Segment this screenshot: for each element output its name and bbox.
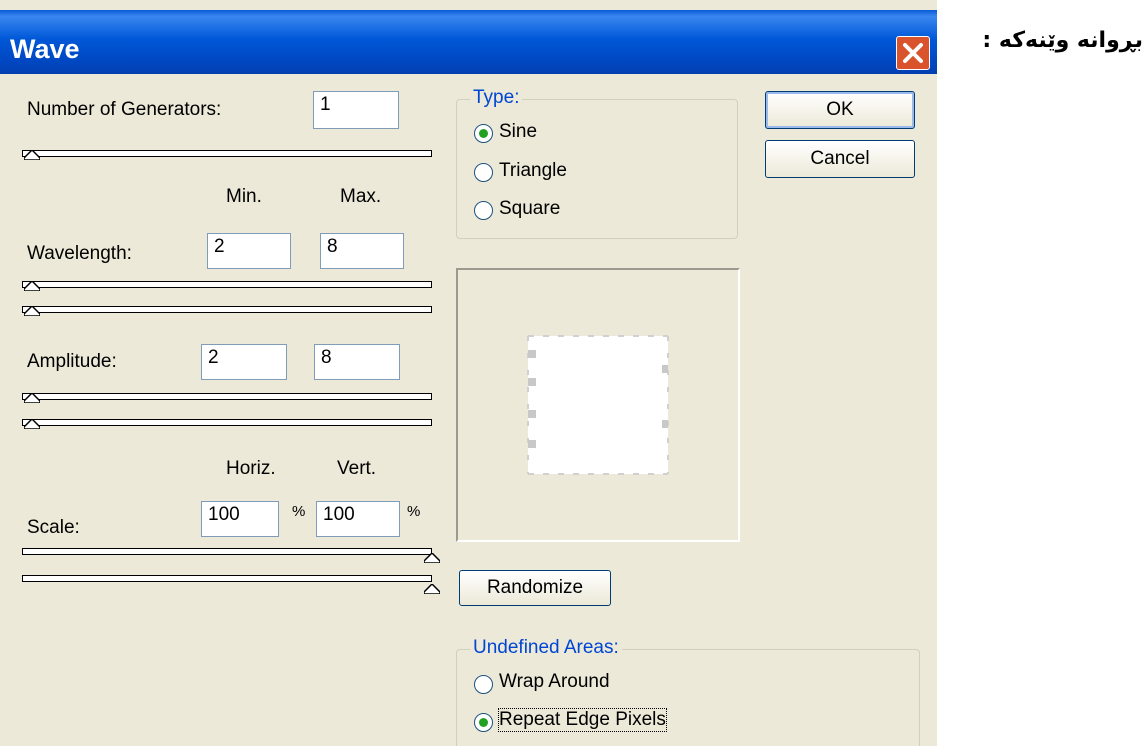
generators-slider-thumb-icon[interactable] (24, 150, 40, 160)
radio-sine-label: Sine (499, 121, 538, 142)
radio-square[interactable] (474, 201, 493, 220)
wavelength-min-slider-track[interactable] (22, 281, 432, 288)
radio-repeat-edge-pixels[interactable] (474, 713, 493, 732)
generators-label: Number of Generators: (27, 99, 222, 120)
side-caption: بڕوانە وێنەکە : (982, 28, 1143, 53)
amplitude-label: Amplitude: (27, 351, 117, 372)
scale-vert-input[interactable]: 100 (316, 501, 400, 537)
radio-wrap-around[interactable] (474, 675, 493, 694)
close-button[interactable] (896, 36, 930, 70)
radio-wrap-around-label: Wrap Around (499, 671, 610, 692)
vert-header: Vert. (337, 458, 377, 479)
horiz-header: Horiz. (226, 458, 276, 479)
close-icon (903, 43, 923, 63)
wavelength-min-slider-thumb-icon[interactable] (24, 281, 40, 291)
wavelength-max-slider-track[interactable] (22, 306, 432, 313)
dialog-title: Wave (10, 34, 80, 64)
generators-slider-track[interactable] (22, 150, 432, 157)
type-legend: Type: (470, 87, 523, 109)
undefined-areas-legend: Undefined Areas: (470, 637, 622, 659)
scale-vert-unit: % (407, 503, 421, 520)
amplitude-max-slider-track[interactable] (22, 419, 432, 426)
preview-image (527, 335, 669, 475)
scale-vert-slider-thumb-icon[interactable] (424, 584, 440, 594)
wave-dialog: Wave Number of Generators: 1 Min. Max. W… (0, 0, 937, 746)
amplitude-min-slider-thumb-icon[interactable] (24, 393, 40, 403)
cancel-button[interactable]: Cancel (765, 140, 915, 178)
scale-horiz-slider-track[interactable] (22, 548, 432, 555)
radio-sine[interactable] (474, 124, 493, 143)
scale-vert-slider-track[interactable] (22, 575, 432, 582)
radio-repeat-edge-pixels-label: Repeat Edge Pixels (498, 708, 667, 732)
scale-horiz-unit: % (292, 503, 306, 520)
wavelength-min-input[interactable]: 2 (207, 233, 291, 269)
scale-horiz-slider-thumb-icon[interactable] (424, 553, 440, 563)
min-header: Min. (226, 186, 262, 207)
wave-preview (456, 268, 740, 542)
generators-input[interactable]: 1 (313, 91, 399, 129)
wavelength-max-input[interactable]: 8 (320, 233, 404, 269)
scale-horiz-input[interactable]: 100 (201, 501, 279, 537)
max-header: Max. (340, 186, 382, 207)
radio-square-label: Square (499, 198, 561, 219)
wavelength-label: Wavelength: (27, 243, 132, 264)
undefined-areas-group (456, 649, 920, 746)
wavelength-max-slider-thumb-icon[interactable] (24, 306, 40, 316)
amplitude-min-input[interactable]: 2 (201, 344, 287, 380)
amplitude-min-slider-track[interactable] (22, 393, 432, 400)
amplitude-max-input[interactable]: 8 (314, 344, 400, 380)
ok-button[interactable]: OK (765, 91, 915, 129)
scale-label: Scale: (27, 517, 80, 538)
amplitude-max-slider-thumb-icon[interactable] (24, 419, 40, 429)
randomize-button[interactable]: Randomize (459, 570, 611, 606)
radio-triangle[interactable] (474, 163, 493, 182)
title-bar[interactable]: Wave (0, 10, 937, 74)
radio-triangle-label: Triangle (499, 160, 567, 181)
